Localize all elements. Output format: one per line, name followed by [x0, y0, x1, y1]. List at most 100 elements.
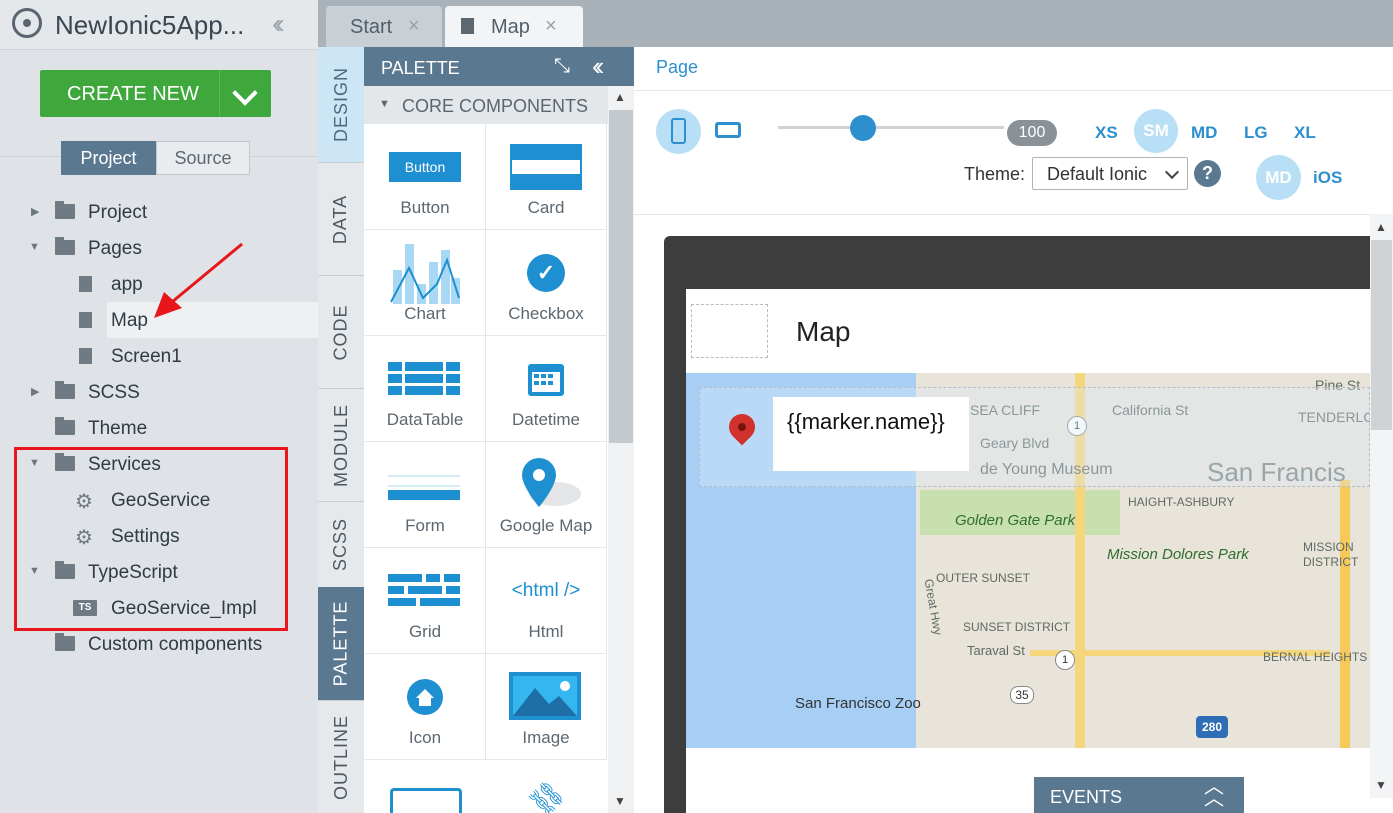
palette-item-datetime[interactable]: Datetime — [486, 336, 607, 442]
zoom-slider-handle[interactable] — [850, 115, 876, 141]
expand-triangle-icon[interactable]: ▶ — [31, 205, 39, 218]
palette-item-button[interactable]: Button Button — [365, 124, 486, 230]
ionic-logo-icon — [12, 8, 42, 38]
map-label: Taraval St — [967, 643, 1025, 658]
collapse-triangle-icon[interactable]: ▼ — [29, 241, 40, 253]
palette-item-image[interactable]: Image — [486, 654, 607, 760]
palette-item-card[interactable]: Card — [486, 124, 607, 230]
breakpoint-sm[interactable]: SM — [1134, 109, 1178, 153]
home-icon — [407, 679, 443, 715]
vtab-design[interactable]: DESIGN — [318, 47, 364, 162]
page-icon — [79, 348, 92, 364]
vtab-palette[interactable]: PALETTE — [318, 587, 364, 700]
annotation-box — [14, 447, 288, 631]
vtab-module-label: MODULE — [330, 403, 351, 487]
divider — [634, 214, 1393, 215]
vtab-code-label: CODE — [330, 303, 351, 361]
folder-icon — [55, 633, 75, 651]
palette-item-label: Html — [528, 622, 564, 641]
scroll-down-icon[interactable]: ▼ — [614, 794, 626, 808]
tab-project[interactable]: Project — [61, 141, 156, 175]
vtab-data[interactable]: DATA — [318, 162, 364, 275]
palette-item-datatable[interactable]: DataTable — [365, 336, 486, 442]
tab-start-label: Start — [350, 16, 393, 38]
create-new-button[interactable]: CREATE NEW — [40, 70, 271, 117]
canvas-scroll-thumb[interactable] — [1371, 240, 1392, 430]
map-label: Golden Gate Park — [955, 512, 1076, 529]
mode-md-button[interactable]: MD — [1256, 155, 1301, 200]
checkbox-component-icon: ✓ — [527, 254, 565, 292]
close-icon[interactable]: × — [545, 15, 557, 38]
palette-item-label: Card — [527, 198, 565, 217]
page-title[interactable]: Map — [796, 316, 850, 348]
vtab-scss-label: SCSS — [330, 517, 351, 572]
palette-item-label: Checkbox — [508, 304, 584, 323]
events-panel-toggle[interactable]: EVENTS ︿ ︿ — [1034, 777, 1244, 813]
breakpoint-xl[interactable]: XL — [1294, 123, 1316, 143]
palette-item-google-map[interactable]: Google Map — [486, 442, 607, 548]
vtab-code[interactable]: CODE — [318, 275, 364, 388]
palette-item-checkbox[interactable]: ✓ Checkbox — [486, 230, 607, 336]
map-label: DISTRICT — [1303, 555, 1359, 569]
palette-scroll-thumb[interactable] — [609, 110, 633, 443]
tree-item-custom-components[interactable]: Custom components — [88, 634, 262, 656]
tree-item-theme[interactable]: Theme — [88, 418, 147, 440]
palette-item-label: Icon — [408, 728, 442, 747]
tablet-icon[interactable] — [715, 122, 741, 138]
collapse-expand-icon[interactable]: ⤡ — [554, 55, 570, 78]
header-placeholder[interactable] — [691, 304, 768, 358]
scroll-up-icon[interactable]: ▲ — [614, 90, 626, 104]
palette-item-form[interactable]: Form — [365, 442, 486, 548]
palette-item-icon[interactable]: Icon — [365, 654, 486, 760]
collapse-panel-icon[interactable]: ‹‹ — [592, 51, 605, 82]
map-label: OUTER SUNSET — [936, 571, 1031, 585]
vtab-scss[interactable]: SCSS — [318, 501, 364, 587]
tree-item-scss[interactable]: SCSS — [88, 382, 140, 404]
scroll-up-icon[interactable]: ▲ — [1375, 220, 1387, 234]
tree-item-screen1[interactable]: Screen1 — [111, 346, 182, 368]
tree-item-project[interactable]: Project — [88, 202, 147, 224]
annotation-arrow-icon — [154, 242, 243, 318]
tab-source[interactable]: Source — [156, 141, 250, 175]
mode-ios-button[interactable]: iOS — [1313, 168, 1342, 188]
vtab-outline[interactable]: OUTLINE — [318, 700, 364, 813]
map-label: MISSION — [1303, 540, 1354, 554]
vertical-tab-bar: DESIGN DATA CODE MODULE SCSS PALETTE OUT… — [318, 47, 364, 813]
folder-icon — [55, 201, 75, 219]
marker-info-window[interactable]: {{marker.name}} — [773, 397, 969, 471]
tree-item-app[interactable]: app — [111, 274, 143, 296]
theme-select[interactable]: Default Ionic — [1032, 157, 1188, 190]
palette-item-label: Datetime — [511, 410, 581, 429]
palette-item-html[interactable]: <html /> Html — [486, 548, 607, 654]
scroll-down-icon[interactable]: ▼ — [1375, 778, 1387, 792]
palette-section-header[interactable]: ▼ CORE COMPONENTS — [364, 86, 608, 124]
phone-device-button[interactable] — [656, 109, 701, 154]
collapse-sidebar-icon[interactable]: ‹‹ — [272, 8, 284, 40]
breadcrumb[interactable]: Page — [656, 57, 698, 78]
vtab-module[interactable]: MODULE — [318, 388, 364, 501]
breakpoint-md[interactable]: MD — [1191, 123, 1217, 143]
breakpoint-xs[interactable]: XS — [1095, 123, 1118, 143]
map-label: BERNAL HEIGHTS — [1263, 650, 1368, 664]
card-component-icon — [510, 144, 582, 190]
close-icon[interactable]: × — [408, 15, 420, 38]
tab-start[interactable]: Start × — [326, 6, 442, 47]
map-label: HAIGHT-ASHBURY — [1128, 495, 1235, 509]
grid-component-icon — [388, 574, 460, 606]
help-icon[interactable]: ? — [1194, 160, 1221, 187]
marker-text: {{marker.name}} — [787, 409, 945, 434]
chevron-down-icon[interactable] — [219, 70, 271, 117]
chevron-up-icon: ︿ ︿ — [1204, 776, 1224, 810]
calendar-icon — [528, 364, 564, 396]
page-icon — [461, 18, 474, 34]
tree-item-pages[interactable]: Pages — [88, 238, 142, 260]
input-component-icon[interactable] — [390, 788, 462, 813]
palette-item-label: Google Map — [499, 516, 593, 535]
palette-item-grid[interactable]: Grid — [365, 548, 486, 654]
palette-item-chart[interactable]: Chart — [365, 230, 486, 336]
tab-map[interactable]: Map × — [445, 6, 583, 47]
expand-triangle-icon[interactable]: ▶ — [31, 385, 39, 398]
zoom-slider-track[interactable] — [778, 126, 1004, 129]
collapse-triangle-icon: ▼ — [379, 98, 390, 110]
breakpoint-lg[interactable]: LG — [1244, 123, 1268, 143]
